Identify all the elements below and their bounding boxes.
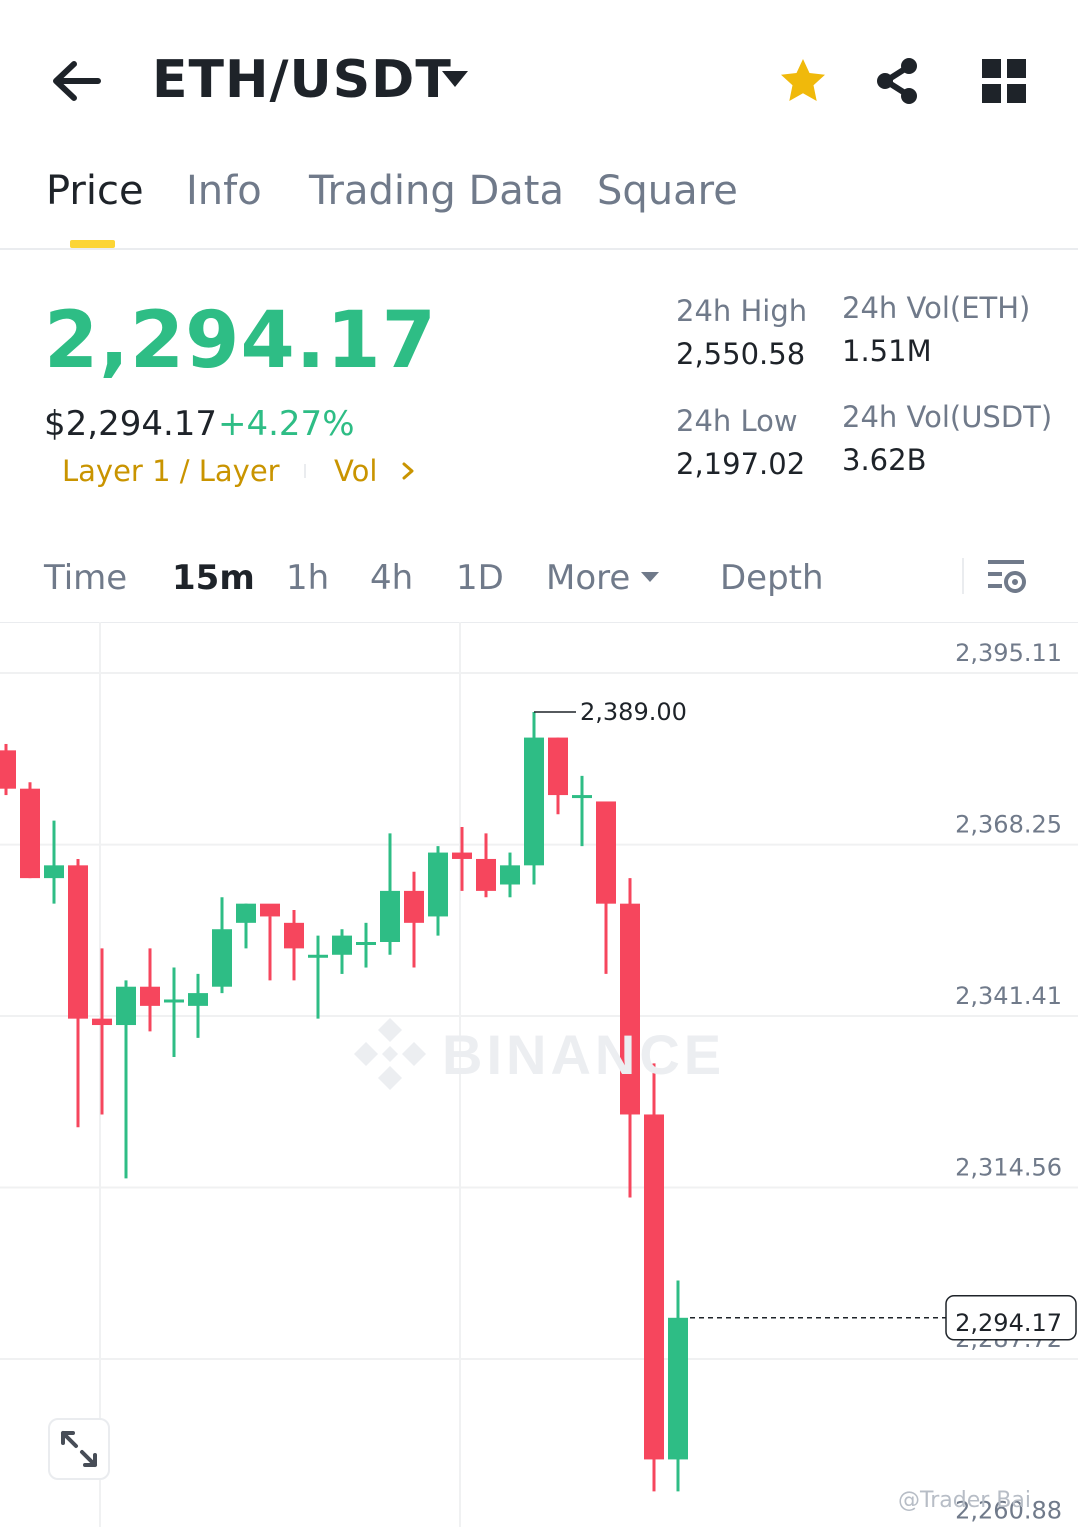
candle-body (644, 1114, 664, 1460)
candle-body (188, 993, 208, 1006)
interval-15m[interactable]: 15m (172, 558, 255, 598)
interval-separator (962, 558, 964, 594)
tab-info[interactable]: Info (186, 168, 262, 214)
chart-settings-icon[interactable] (986, 558, 1026, 596)
candle-body (212, 929, 232, 987)
candle-body (452, 852, 472, 859)
y-tick-label: 2,341.41 (955, 982, 1062, 1010)
change-percent: +4.27% (218, 404, 355, 444)
candle-body (404, 890, 424, 923)
candle-body (20, 788, 40, 879)
candle-body (428, 852, 448, 917)
y-tick-label: 2,368.25 (955, 811, 1062, 839)
candle-body (116, 986, 136, 1026)
usd-price: $2,294.17 (44, 404, 218, 444)
interval-1h[interactable]: 1h (286, 558, 329, 598)
credit-text: @Trader Bai (898, 1488, 1031, 1513)
current-price-label: 2,294.17 (955, 1309, 1062, 1337)
interval-1d[interactable]: 1D (456, 558, 504, 598)
chevron-right-icon[interactable] (400, 461, 416, 481)
candle-body (356, 941, 376, 945)
active-tab-indicator (70, 240, 115, 248)
tag-layer[interactable]: Layer 1 / Layer (62, 454, 280, 488)
tab-square[interactable]: Square (597, 168, 738, 214)
candle-body (332, 935, 352, 955)
candle-body (380, 890, 400, 942)
tag-separator (304, 464, 306, 478)
candle-body (92, 1018, 112, 1026)
share-icon[interactable] (874, 56, 922, 106)
y-tick-label: 2,314.56 (955, 1154, 1062, 1182)
expand-icon (61, 1431, 97, 1467)
watermark-text: BINANCE (442, 1023, 725, 1086)
y-tick-label: 2,395.11 (955, 639, 1062, 667)
last-price: 2,294.17 (44, 296, 437, 386)
interval-depth[interactable]: Depth (720, 558, 824, 598)
back-arrow-icon[interactable] (48, 56, 104, 106)
pair-title[interactable]: ETH/USDT (152, 50, 452, 110)
tab-price[interactable]: Price (46, 168, 144, 214)
high-label: 24h High (676, 294, 808, 328)
caret-down-icon[interactable] (640, 570, 660, 584)
max-price-annotation: 2,389.00 (580, 698, 687, 726)
candle-body (500, 865, 520, 885)
caret-down-icon[interactable] (440, 68, 470, 90)
candle-body (164, 999, 184, 1003)
candle-body (236, 903, 256, 923)
star-icon[interactable] (778, 56, 828, 106)
tab-trading-data[interactable]: Trading Data (309, 168, 564, 214)
low-value: 2,197.02 (676, 447, 806, 481)
vol-eth-label: 24h Vol(ETH) (842, 291, 1031, 325)
vol-usdt-value: 3.62B (842, 443, 927, 477)
candle-body (0, 750, 16, 789)
vol-usdt-label: 24h Vol(USDT) (842, 400, 1053, 434)
candle-body (140, 986, 160, 1006)
candle-body (260, 903, 280, 917)
low-label: 24h Low (676, 404, 798, 438)
binance-logo-watermark: BINANCE (354, 1018, 725, 1090)
vol-eth-value: 1.51M (842, 334, 932, 368)
candle-body (548, 737, 568, 796)
interval-4h[interactable]: 4h (370, 558, 413, 598)
candle-body (668, 1317, 688, 1460)
grid-icon[interactable] (982, 59, 1026, 103)
high-value: 2,550.58 (676, 337, 806, 371)
candle-body (284, 922, 304, 949)
fullscreen-button[interactable] (48, 1418, 110, 1480)
candle-body (44, 865, 64, 879)
candle-body (68, 865, 88, 1019)
interval-more[interactable]: More (546, 558, 630, 598)
candle-body (308, 954, 328, 958)
tag-vol[interactable]: Vol (334, 454, 377, 488)
candle-body (596, 801, 616, 904)
interval-time[interactable]: Time (44, 558, 127, 598)
tabs-divider (0, 248, 1078, 250)
candle-body (572, 795, 592, 799)
candle-body (524, 737, 544, 866)
candle-body (476, 858, 496, 891)
